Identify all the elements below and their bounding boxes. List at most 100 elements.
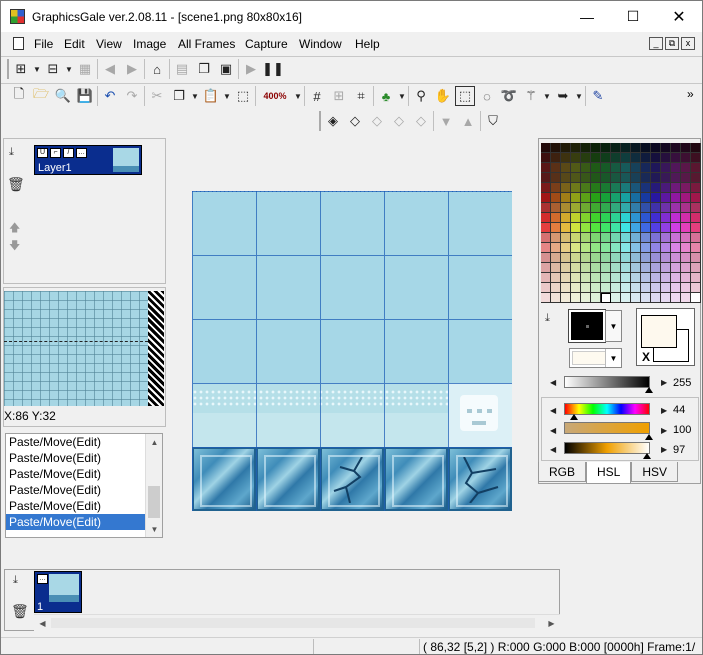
palette-swatch[interactable]	[571, 203, 581, 213]
swap-colors-icon[interactable]: X	[642, 350, 650, 364]
palette-swatch[interactable]	[621, 153, 631, 163]
palette-swatch[interactable]	[651, 253, 661, 263]
palette-swatch[interactable]	[601, 193, 611, 203]
palette-swatch[interactable]	[551, 293, 561, 303]
palette-swatch[interactable]	[571, 143, 581, 153]
rect-select-icon[interactable]: ⬚	[455, 86, 475, 106]
palette-swatch[interactable]	[601, 153, 611, 163]
scroll-down-icon[interactable]: ▼	[146, 521, 162, 537]
next-frame-icon[interactable]: ▶	[122, 59, 142, 79]
palette-swatch[interactable]	[551, 273, 561, 283]
paste-new-icon[interactable]: ⬚	[233, 86, 253, 106]
redo-icon[interactable]: ↷	[122, 86, 142, 106]
layer-mask-icon[interactable]: /	[63, 148, 74, 158]
palette-swatch[interactable]	[551, 243, 561, 253]
copy-dropdown[interactable]: ▼	[191, 86, 199, 106]
palette-swatch[interactable]	[601, 253, 611, 263]
layer-visible-icon[interactable]: U	[37, 148, 48, 158]
frame-insert-dropdown[interactable]: ▼	[65, 59, 73, 79]
palette-swatch[interactable]	[581, 233, 591, 243]
palette-swatch[interactable]	[571, 183, 581, 193]
palette-swatch[interactable]	[641, 293, 651, 303]
palette-swatch[interactable]	[581, 163, 591, 173]
palette-swatch[interactable]	[611, 183, 621, 193]
palette-swatch[interactable]	[581, 283, 591, 293]
palette-swatch[interactable]	[651, 143, 661, 153]
history-item-selected[interactable]: Paste/Move(Edit)	[6, 514, 148, 530]
palette-swatch[interactable]	[691, 263, 701, 273]
menu-file[interactable]: File	[34, 37, 53, 51]
palette-swatch[interactable]	[581, 243, 591, 253]
palette-swatch[interactable]	[691, 193, 701, 203]
palette-swatch[interactable]	[611, 173, 621, 183]
palette-swatch[interactable]	[671, 193, 681, 203]
frame-delete-icon[interactable]: ▦	[75, 59, 95, 79]
magic-wand-dropdown[interactable]: ▼	[543, 86, 551, 106]
palette-swatch[interactable]	[611, 253, 621, 263]
palette-swatch[interactable]	[541, 193, 551, 203]
menu-image[interactable]: Image	[133, 37, 166, 51]
palette-swatch[interactable]	[551, 173, 561, 183]
palette-swatch[interactable]	[631, 273, 641, 283]
palette-swatch[interactable]	[651, 213, 661, 223]
magic-wand-icon[interactable]: ⚚	[521, 86, 541, 106]
palette-swatch[interactable]	[651, 183, 661, 193]
layer-property-icon[interactable]: ⛉	[483, 111, 503, 131]
scroll-left-icon[interactable]: ◀	[34, 615, 51, 631]
palette-swatch[interactable]	[661, 233, 671, 243]
menu-edit[interactable]: Edit	[64, 37, 85, 51]
palette-swatch[interactable]	[571, 173, 581, 183]
palette-swatch[interactable]	[671, 173, 681, 183]
palette-swatch[interactable]	[591, 283, 601, 293]
palette-swatch[interactable]	[661, 223, 671, 233]
toolbar-overflow-icon[interactable]: »	[687, 87, 694, 101]
scroll-thumb[interactable]	[148, 486, 160, 518]
palette-swatch[interactable]	[591, 273, 601, 283]
palette-swatch[interactable]	[551, 253, 561, 263]
play-icon[interactable]: ▶	[241, 59, 261, 79]
palette-swatch[interactable]	[581, 173, 591, 183]
palette-swatch[interactable]	[631, 143, 641, 153]
palette-swatch[interactable]	[561, 273, 571, 283]
palette-swatch[interactable]	[681, 153, 691, 163]
document-icon[interactable]	[13, 37, 24, 50]
foreground-color-swatch[interactable]	[568, 309, 606, 343]
palette-swatch[interactable]	[661, 193, 671, 203]
frame-trash-icon[interactable]: 🗑	[11, 603, 29, 620]
color-palette[interactable]	[541, 143, 701, 303]
palette-swatch[interactable]	[641, 193, 651, 203]
pencil-icon[interactable]: ✎	[588, 86, 608, 106]
palette-swatch[interactable]	[621, 293, 631, 303]
palette-swatch[interactable]	[631, 193, 641, 203]
history-item[interactable]: Paste/Move(Edit)	[6, 450, 148, 466]
palette-swatch[interactable]	[691, 253, 701, 263]
palette-swatch[interactable]	[661, 283, 671, 293]
palette-swatch[interactable]	[601, 183, 611, 193]
palette-swatch[interactable]	[551, 183, 561, 193]
palette-swatch[interactable]	[541, 183, 551, 193]
palette-swatch[interactable]	[601, 163, 611, 173]
palette-swatch[interactable]	[581, 193, 591, 203]
layer-merge-icon[interactable]: ◇	[411, 111, 431, 131]
palette-swatch[interactable]	[651, 263, 661, 273]
palette-swatch[interactable]	[691, 153, 701, 163]
palette-swatch[interactable]	[661, 183, 671, 193]
slider-left-arrow[interactable]: ◀	[550, 378, 556, 387]
palette-swatch[interactable]	[641, 153, 651, 163]
palette-swatch[interactable]	[631, 163, 641, 173]
palette-swatch[interactable]	[561, 223, 571, 233]
palette-swatch[interactable]	[631, 283, 641, 293]
tile-pattern-dropdown[interactable]: ▼	[398, 86, 406, 106]
layer-lock-icon[interactable]: ⌐	[50, 148, 61, 158]
menu-capture[interactable]: Capture	[245, 37, 288, 51]
alpha-slider[interactable]	[564, 376, 650, 388]
frame-item[interactable]: … 1	[34, 571, 82, 613]
palette-swatch[interactable]	[681, 193, 691, 203]
palette-swatch[interactable]	[551, 153, 561, 163]
palette-swatch[interactable]	[651, 223, 661, 233]
history-item[interactable]: Paste/Move(Edit)	[6, 434, 148, 450]
palette-swatch[interactable]	[551, 213, 561, 223]
paste-frame-icon[interactable]: ▣	[216, 59, 236, 79]
palette-swatch[interactable]	[601, 173, 611, 183]
palette-swatch[interactable]	[551, 263, 561, 273]
